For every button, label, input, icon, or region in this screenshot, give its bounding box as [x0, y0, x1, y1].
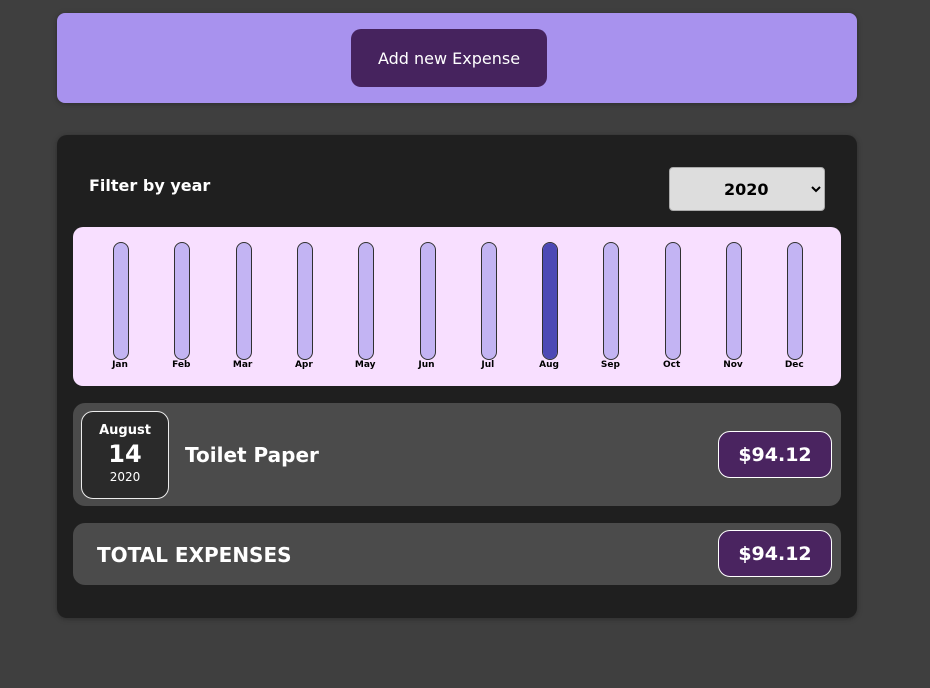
chart-bar-may: May — [335, 242, 395, 372]
chart-bar-feb: Feb — [151, 242, 211, 372]
chart-bar-label: Jan — [112, 360, 128, 370]
chart-bar-track — [664, 242, 681, 360]
year-filter-select[interactable]: 2020 — [669, 167, 825, 211]
chart-bar-jul: Jul — [458, 242, 518, 372]
chart-bar-track — [419, 242, 436, 360]
total-expenses-badge: $94.12 — [718, 530, 832, 577]
chart-bar-track — [296, 242, 313, 360]
chart-bar-track — [787, 242, 804, 360]
chart-bar-track — [542, 242, 559, 360]
chart-bar-nov: Nov — [703, 242, 763, 372]
chart-bar-label: Jun — [418, 360, 435, 370]
chart-bar-track — [726, 242, 742, 360]
chart-bar-label: Feb — [172, 360, 191, 370]
chart-bar-oct: Oct — [642, 242, 702, 372]
expense-date-month: August — [99, 423, 151, 438]
expense-item: August 14 2020 Toilet Paper $94.12 — [73, 403, 841, 506]
chart-bar-track — [603, 242, 620, 360]
chart-bar-apr: Apr — [274, 242, 334, 372]
chart-bar-label: Jul — [481, 360, 495, 370]
monthly-expenses-chart: Jan Feb Mar Apr May Jun Jul Aug Sep Oct Nov Dec — [73, 227, 841, 386]
expense-date-day: 14 — [108, 440, 142, 468]
chart-bar-label: Nov — [723, 360, 743, 370]
expense-date: August 14 2020 — [81, 411, 169, 499]
chart-bar-label: May — [354, 360, 376, 370]
chart-bar-track — [174, 242, 191, 360]
chart-bar-sep: Sep — [580, 242, 640, 372]
chart-bar-track — [358, 242, 375, 360]
chart-bar-label: Apr — [294, 360, 313, 370]
chart-bar-dec: Dec — [764, 242, 824, 372]
chart-bar-label: Aug — [539, 360, 559, 370]
expense-price-badge: $94.12 — [718, 431, 832, 478]
chart-bar-jan: Jan — [90, 242, 150, 372]
chart-bar-track — [480, 242, 497, 360]
chart-bar-label: Dec — [784, 360, 804, 370]
chart-bar-label: Mar — [232, 360, 253, 370]
expense-title: Toilet Paper — [185, 443, 319, 467]
chart-bar-aug: Aug — [519, 242, 579, 372]
add-new-expense-button[interactable]: Add new Expense — [351, 29, 547, 87]
chart-bar-fill — [543, 243, 558, 359]
chart-bar-mar: Mar — [213, 242, 273, 372]
chart-bar-jun: Jun — [397, 242, 457, 372]
expenses-panel: Filter by year 2020 Jan Feb Mar Apr May Jun Ju… — [57, 135, 857, 618]
chart-bar-label: Sep — [600, 360, 620, 370]
expense-date-year: 2020 — [109, 470, 141, 484]
filter-by-year-label: Filter by year — [89, 176, 211, 195]
total-expenses-row: TOTAL EXPENSES $94.12 — [73, 523, 841, 585]
chart-bar-track — [235, 242, 252, 360]
new-expense-panel: Add new Expense — [57, 13, 857, 103]
chart-bar-label: Oct — [663, 360, 681, 370]
total-expenses-label: TOTAL EXPENSES — [97, 543, 292, 567]
chart-bar-track — [113, 242, 129, 360]
